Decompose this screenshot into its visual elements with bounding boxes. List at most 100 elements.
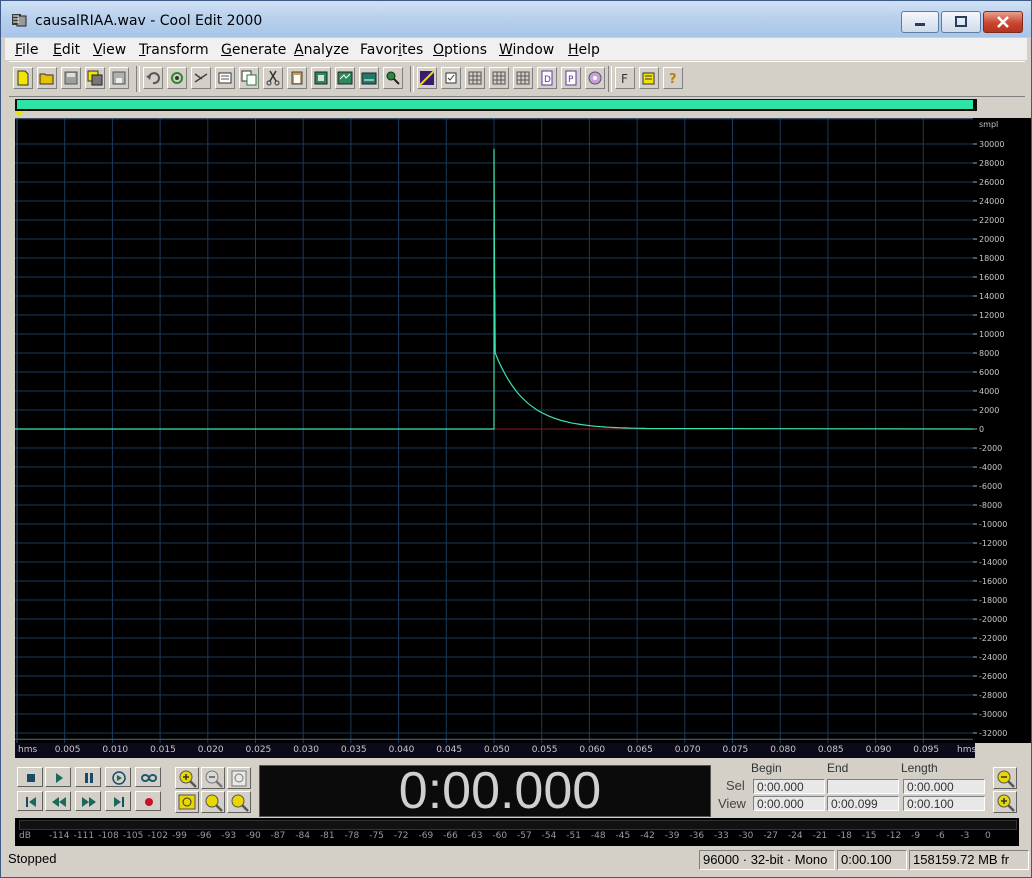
pause-button[interactable] — [75, 767, 101, 787]
menu-generate[interactable]: Generate — [221, 42, 286, 58]
view-length-field[interactable]: 0:00.100 — [903, 796, 985, 811]
zoom-full-button[interactable] — [227, 767, 251, 789]
play-button[interactable] — [45, 767, 71, 787]
grid-2-button[interactable] — [489, 67, 509, 89]
cd-button[interactable] — [585, 67, 605, 89]
menu-edit[interactable]: Edit — [53, 42, 80, 58]
paste-button[interactable] — [287, 67, 307, 89]
zoom-out-button[interactable] — [201, 767, 225, 789]
grid-3-button[interactable] — [513, 67, 533, 89]
cd-icon — [588, 71, 602, 85]
grid-button[interactable] — [465, 67, 485, 89]
repeat-button[interactable] — [167, 67, 187, 89]
zoom-selection-button[interactable] — [175, 791, 199, 813]
meter-tick-label: -72 — [393, 831, 409, 841]
view-begin-field[interactable]: 0:00.000 — [753, 796, 825, 811]
meter-tick-label: -45 — [615, 831, 631, 841]
overview-bar[interactable] — [15, 99, 977, 111]
play-cursor-marker[interactable] — [15, 112, 23, 117]
paste-new-button[interactable] — [311, 67, 331, 89]
svg-text:F: F — [621, 72, 628, 86]
vertical-zoom-out-icon — [997, 770, 1015, 788]
menu-file[interactable]: File — [15, 42, 38, 58]
open-file-button[interactable] — [37, 67, 57, 89]
menu-help[interactable]: Help — [568, 42, 600, 58]
menu-window[interactable]: Window — [499, 42, 554, 58]
waveform-display[interactable]: smpl300002800026000240002200020000180001… — [15, 118, 1031, 743]
meter-tick-label: -21 — [812, 831, 828, 841]
view-end-field[interactable]: 0:00.099 — [827, 796, 899, 811]
title-bar[interactable]: causalRIAA.wav - Cool Edit 2000 — [1, 1, 1031, 37]
copy-button[interactable] — [239, 67, 259, 89]
mix-paste-icon — [337, 71, 353, 85]
go-to-start-button[interactable] — [17, 791, 43, 811]
amplitude-tick-label: 10000 — [979, 330, 1004, 339]
save-as-icon — [87, 70, 103, 86]
loop-button[interactable] — [135, 767, 161, 787]
meter-tick-label: -102 — [147, 831, 168, 841]
save-icon — [64, 71, 78, 85]
zoom-left-button[interactable] — [201, 791, 225, 813]
trim-button[interactable] — [191, 67, 211, 89]
play-to-end-button[interactable] — [105, 767, 131, 787]
snap-icon — [445, 72, 457, 84]
new-file-button[interactable] — [13, 67, 33, 89]
record-button[interactable] — [135, 791, 161, 811]
help-button[interactable]: ? — [663, 67, 683, 89]
close-button[interactable] — [983, 11, 1023, 33]
menu-analyze[interactable]: Analyze — [294, 42, 349, 58]
meter-tick-label: -81 — [319, 831, 335, 841]
copy-new-button[interactable] — [215, 67, 235, 89]
meter-tick-label: -69 — [418, 831, 434, 841]
menu-options[interactable]: Options — [433, 42, 487, 58]
favorites-icon: F — [621, 72, 628, 86]
fast-forward-button[interactable] — [75, 791, 101, 811]
sel-end-field[interactable] — [827, 779, 899, 794]
scripts-button[interactable] — [639, 67, 659, 89]
minimize-button[interactable] — [901, 11, 939, 33]
playlist-icon: P — [565, 70, 577, 86]
stop-button[interactable] — [17, 767, 43, 787]
rewind-button[interactable] — [45, 791, 71, 811]
amplitude-tick-label: -28000 — [979, 691, 1007, 700]
loop-icon — [140, 774, 158, 782]
sel-length-field[interactable]: 0:00.000 — [903, 779, 985, 794]
save-as-button[interactable] — [85, 67, 105, 89]
mix-paste-button[interactable] — [335, 67, 355, 89]
save-button[interactable] — [61, 67, 81, 89]
mix-paste-file-button[interactable] — [359, 67, 379, 89]
favorites-button[interactable]: F — [615, 67, 635, 89]
vertical-zoom-in-button[interactable] — [993, 791, 1017, 813]
menu-view[interactable]: View — [93, 42, 126, 58]
meter-tick-label: -6 — [935, 831, 945, 841]
zoom-right-button[interactable] — [227, 791, 251, 813]
undo-button[interactable] — [143, 67, 163, 89]
snap-button[interactable] — [441, 67, 461, 89]
amplitude-tick-label: 8000 — [979, 349, 999, 358]
menu-transform[interactable]: Transform — [139, 42, 209, 58]
overview-range[interactable] — [17, 100, 973, 109]
amplitude-unit-label: smpl — [979, 120, 998, 129]
amplitude-tick-label: -12000 — [979, 539, 1007, 548]
time-tick-label: 0.045 — [436, 745, 463, 755]
meter-tick-label: -114 — [49, 831, 70, 841]
amplitude-tick-label: -6000 — [979, 482, 1002, 491]
grid-3-icon — [516, 71, 530, 85]
paste-to-new-button[interactable] — [383, 67, 403, 89]
paste-icon — [291, 71, 303, 85]
amplitude-tick-label: -4000 — [979, 463, 1002, 472]
sel-begin-field[interactable]: 0:00.000 — [753, 779, 825, 794]
amplitude-tick-label: 20000 — [979, 235, 1004, 244]
playlist-button[interactable]: P — [561, 67, 581, 89]
frequency-analysis-button[interactable] — [417, 67, 437, 89]
cue-list-button[interactable]: D — [537, 67, 557, 89]
menu-favorites[interactable]: Favorites — [360, 42, 423, 58]
restore-button[interactable] — [941, 11, 981, 33]
cut-button[interactable] — [263, 67, 283, 89]
time-ruler[interactable]: hms hms 0.005 0.010 0.015 0.020 0.025 0.030 0.… — [15, 743, 976, 758]
zoom-in-button[interactable] — [175, 767, 199, 789]
svg-text:P: P — [568, 75, 574, 85]
go-to-end-button[interactable] — [105, 791, 131, 811]
vertical-zoom-out-button[interactable] — [993, 767, 1017, 789]
save-selection-button[interactable] — [109, 67, 129, 89]
